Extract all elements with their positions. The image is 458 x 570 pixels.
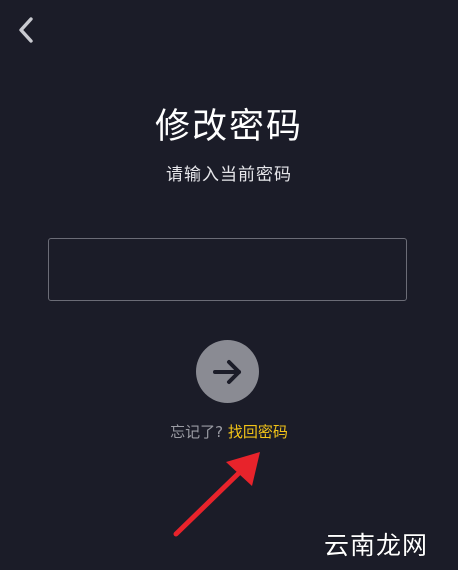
- chevron-left-icon: [19, 17, 33, 43]
- current-password-input[interactable]: [48, 238, 407, 301]
- watermark-text: 云南龙网: [324, 531, 429, 560]
- page-title: 修改密码: [154, 107, 303, 147]
- arrow-right-icon: [212, 359, 241, 384]
- back-button[interactable]: [10, 14, 42, 46]
- next-button[interactable]: [196, 340, 259, 403]
- forgot-prompt: 忘记了?: [170, 423, 228, 441]
- change-password-screen: 修改密码 请输入当前密码 忘记了? 找回密码 云南龙网: [0, 0, 458, 570]
- annotation-arrow: [173, 452, 260, 537]
- page-subtitle: 请输入当前密码: [166, 165, 292, 185]
- recover-password-link[interactable]: 找回密码: [228, 423, 288, 441]
- forgot-password-row: 忘记了? 找回密码: [0, 421, 458, 442]
